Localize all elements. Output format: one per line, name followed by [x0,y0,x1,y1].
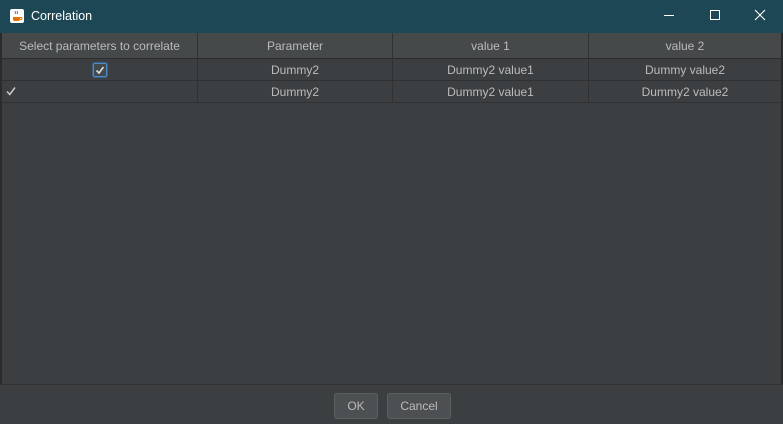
value2-cell[interactable]: Dummy2 value2 [589,81,781,103]
column-header-value1[interactable]: value 1 [393,33,589,59]
table-row[interactable]: Dummy2 Dummy2 value1 Dummy value2 [2,59,781,81]
dialog-footer: OK Cancel [0,384,783,424]
title-bar[interactable]: Correlation [0,0,783,33]
ok-button[interactable]: OK [334,393,378,419]
row-select-checkbox[interactable] [5,85,17,100]
parameter-cell[interactable]: Dummy2 [198,59,393,81]
column-header-parameter[interactable]: Parameter [198,33,393,59]
value2-cell[interactable]: Dummy value2 [589,59,781,81]
column-header-select[interactable]: Select parameters to correlate [2,33,198,59]
select-cell[interactable] [2,59,198,81]
table-row[interactable]: Dummy2 Dummy2 value1 Dummy2 value2 [2,81,781,103]
parameters-table[interactable]: Select parameters to correlate Parameter… [2,33,781,384]
minimize-icon [663,9,675,24]
close-icon [754,9,766,24]
java-coffee-cup-icon [9,8,25,24]
value1-cell[interactable]: Dummy2 value1 [393,59,589,81]
window-title: Correlation [31,9,93,23]
maximize-button[interactable] [692,0,738,33]
cancel-button[interactable]: Cancel [387,393,451,419]
checkmark-icon [95,66,104,75]
maximize-icon [709,9,721,24]
value1-cell[interactable]: Dummy2 value1 [393,81,589,103]
minimize-button[interactable] [646,0,692,33]
row-select-checkbox[interactable] [92,63,107,77]
table-header: Select parameters to correlate Parameter… [2,33,781,59]
close-button[interactable] [737,0,783,33]
select-cell[interactable] [2,81,198,103]
checkmark-icon [6,86,16,96]
parameter-cell[interactable]: Dummy2 [198,81,393,103]
column-header-value2[interactable]: value 2 [589,33,781,59]
